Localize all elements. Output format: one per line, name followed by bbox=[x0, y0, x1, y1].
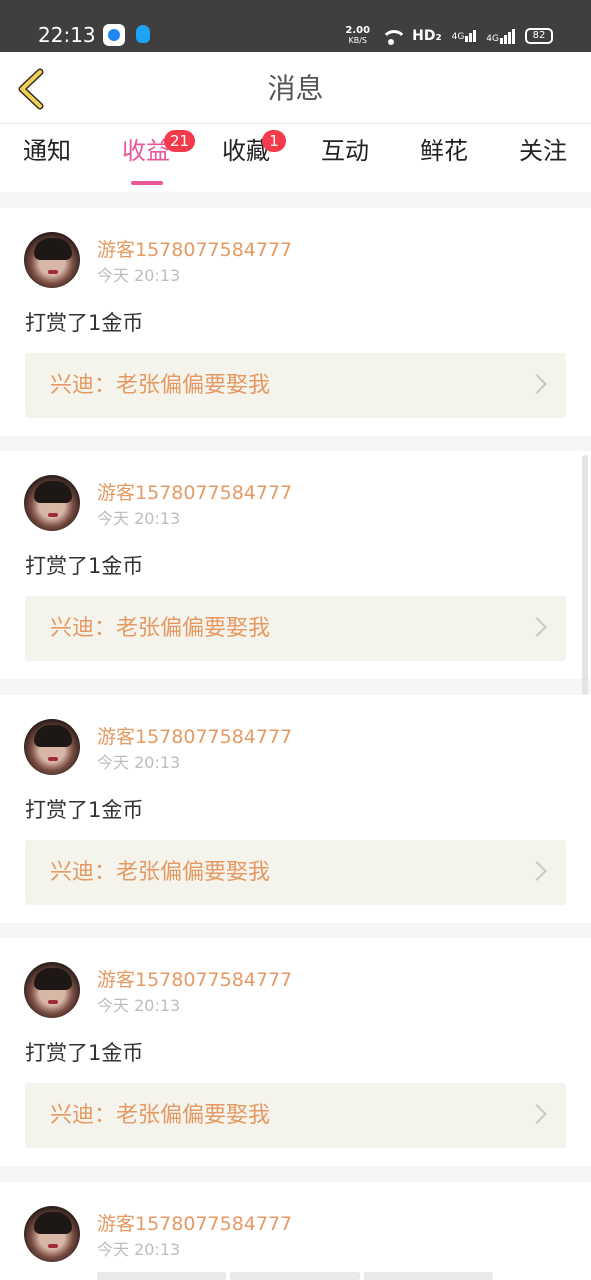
network-speed: 2.00 KB/S bbox=[345, 26, 370, 46]
username[interactable]: 游客1578077584777 bbox=[97, 725, 292, 749]
signal-1-icon: 4G bbox=[452, 30, 477, 42]
message-time: 今天 20:13 bbox=[97, 1240, 181, 1259]
message-card: 游客1578077584777 今天 20:13 打赏了1金币 兴迪：老张偏偏要… bbox=[0, 208, 591, 436]
avatar[interactable] bbox=[24, 475, 80, 531]
signal-2-icon: 4G bbox=[486, 28, 515, 44]
top-navigation: 消息 bbox=[0, 52, 591, 124]
username[interactable]: 游客1578077584777 bbox=[97, 1212, 292, 1236]
work-title: 兴迪：老张偏偏要娶我 bbox=[50, 616, 271, 641]
tab-label: 收益 bbox=[122, 137, 170, 165]
tab-label: 鲜花 bbox=[420, 137, 468, 165]
hd-voice-label: HD₂ bbox=[412, 28, 442, 44]
tab-label: 关注 bbox=[519, 137, 567, 165]
qq-icon bbox=[132, 24, 154, 46]
chevron-right-icon bbox=[527, 617, 547, 637]
reward-action: 打赏了1金币 bbox=[25, 554, 144, 578]
chevron-right-icon bbox=[527, 1104, 547, 1124]
username[interactable]: 游客1578077584777 bbox=[97, 968, 292, 992]
work-link[interactable]: 兴迪：老张偏偏要娶我 bbox=[25, 353, 566, 418]
favorites-count-badge: 1 bbox=[262, 130, 286, 152]
status-indicators: 2.00 KB/S HD₂ 4G 4G 82 bbox=[345, 24, 553, 48]
message-card: 游客1578077584777 今天 20:13 bbox=[0, 1182, 591, 1280]
partial-next-row bbox=[97, 1272, 493, 1280]
work-link[interactable]: 兴迪：老张偏偏要娶我 bbox=[25, 840, 566, 905]
message-time: 今天 20:13 bbox=[97, 509, 181, 528]
message-time: 今天 20:13 bbox=[97, 266, 181, 285]
status-bar: 22:13 2.00 KB/S HD₂ 4G 4G 82 bbox=[0, 0, 591, 52]
tab-interactions[interactable]: 互动 bbox=[295, 136, 395, 184]
active-tab-indicator bbox=[131, 181, 163, 185]
tab-label: 通知 bbox=[23, 137, 71, 165]
tab-favorites[interactable]: 收藏 1 bbox=[196, 130, 296, 184]
avatar[interactable] bbox=[24, 962, 80, 1018]
work-link[interactable]: 兴迪：老张偏偏要娶我 bbox=[25, 596, 566, 661]
network-type-1: 4G bbox=[451, 32, 465, 42]
browser-app-icon bbox=[103, 24, 125, 46]
network-type-2: 4G bbox=[486, 33, 499, 44]
tab-flowers[interactable]: 鲜花 bbox=[394, 136, 494, 184]
message-tabs: 通知 收益 21 收藏 1 互动 鲜花 关注 bbox=[0, 124, 591, 192]
tab-notifications[interactable]: 通知 bbox=[0, 136, 97, 184]
chevron-right-icon bbox=[527, 861, 547, 881]
network-speed-value: 2.00 bbox=[345, 25, 371, 36]
earnings-count-badge: 21 bbox=[164, 130, 196, 152]
avatar[interactable] bbox=[24, 719, 80, 775]
message-card: 游客1578077584777 今天 20:13 打赏了1金币 兴迪：老张偏偏要… bbox=[0, 695, 591, 923]
username[interactable]: 游客1578077584777 bbox=[97, 481, 292, 505]
status-time: 22:13 bbox=[38, 23, 96, 47]
wifi-icon bbox=[380, 28, 408, 45]
page-title: 消息 bbox=[267, 72, 324, 105]
avatar[interactable] bbox=[24, 232, 80, 288]
message-card: 游客1578077584777 今天 20:13 打赏了1金币 兴迪：老张偏偏要… bbox=[0, 938, 591, 1166]
message-card: 游客1578077584777 今天 20:13 打赏了1金币 兴迪：老张偏偏要… bbox=[0, 451, 591, 679]
scrollbar[interactable] bbox=[582, 455, 588, 695]
work-title: 兴迪：老张偏偏要娶我 bbox=[50, 373, 271, 398]
battery-icon: 82 bbox=[525, 28, 553, 44]
work-title: 兴迪：老张偏偏要娶我 bbox=[50, 860, 271, 885]
tab-earnings[interactable]: 收益 21 bbox=[96, 130, 196, 185]
message-time: 今天 20:13 bbox=[97, 996, 181, 1015]
chevron-right-icon bbox=[527, 374, 547, 394]
reward-action: 打赏了1金币 bbox=[25, 798, 144, 822]
network-speed-unit: KB/S bbox=[348, 36, 368, 45]
reward-action: 打赏了1金币 bbox=[25, 311, 144, 335]
reward-action: 打赏了1金币 bbox=[25, 1041, 144, 1065]
tab-label: 互动 bbox=[321, 137, 369, 165]
avatar[interactable] bbox=[24, 1206, 80, 1262]
work-title: 兴迪：老张偏偏要娶我 bbox=[50, 1103, 271, 1128]
message-time: 今天 20:13 bbox=[97, 753, 181, 772]
username[interactable]: 游客1578077584777 bbox=[97, 238, 292, 262]
work-link[interactable]: 兴迪：老张偏偏要娶我 bbox=[25, 1083, 566, 1148]
tab-following[interactable]: 关注 bbox=[493, 136, 591, 184]
